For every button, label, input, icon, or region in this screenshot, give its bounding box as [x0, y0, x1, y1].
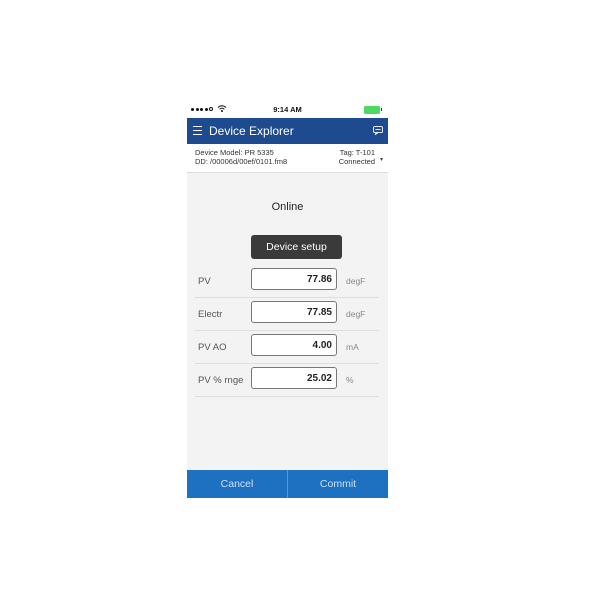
row-unit: %: [346, 375, 354, 385]
device-tag: Tag: T-101: [339, 148, 375, 157]
row-label: Electr: [198, 309, 223, 320]
commit-button[interactable]: Commit: [288, 470, 388, 498]
connection-status: Connected: [338, 157, 375, 166]
battery-charging-icon: [380, 108, 382, 111]
device-model: Device Model: PR 5335: [195, 148, 274, 157]
row-label: PV % rnge: [198, 375, 244, 386]
device-explorer-screen: 9:14 AM Device Explorer Device Model: PR…: [187, 102, 388, 498]
status-bar: 9:14 AM: [187, 102, 388, 118]
device-setup-button[interactable]: Device setup: [251, 235, 342, 259]
row-pv-range: PV % rnge %: [195, 363, 379, 397]
action-footer: Cancel Commit: [187, 470, 388, 498]
device-dd-path: DD: /00006d/00ef/0101.fm8: [195, 157, 288, 166]
page-title: Device Explorer: [209, 124, 294, 138]
app-header: Device Explorer: [187, 118, 388, 144]
pv-range-value-field[interactable]: [251, 367, 337, 389]
message-icon[interactable]: [373, 126, 383, 135]
section-title: Online: [271, 201, 304, 213]
pv-value-field[interactable]: [251, 268, 337, 290]
row-electr: Electr degF: [195, 297, 379, 331]
row-unit: degF: [346, 309, 366, 319]
row-pv-ao: PV AO mA: [195, 330, 379, 364]
row-label: PV AO: [198, 342, 227, 353]
connection-dropdown-icon[interactable]: ▾: [380, 156, 383, 163]
cancel-button[interactable]: Cancel: [187, 470, 287, 498]
battery-icon: [364, 106, 380, 114]
hamburger-menu-icon[interactable]: [193, 126, 202, 135]
row-unit: degF: [346, 276, 366, 286]
device-info-panel: Device Model: PR 5335 DD: /00006d/00ef/0…: [187, 144, 388, 173]
pv-ao-value-field[interactable]: [251, 334, 337, 356]
row-pv: PV degF: [195, 264, 379, 298]
row-label: PV: [198, 276, 211, 287]
row-unit: mA: [346, 342, 359, 352]
electr-value-field[interactable]: [251, 301, 337, 323]
status-time: 9:14 AM: [273, 105, 302, 114]
